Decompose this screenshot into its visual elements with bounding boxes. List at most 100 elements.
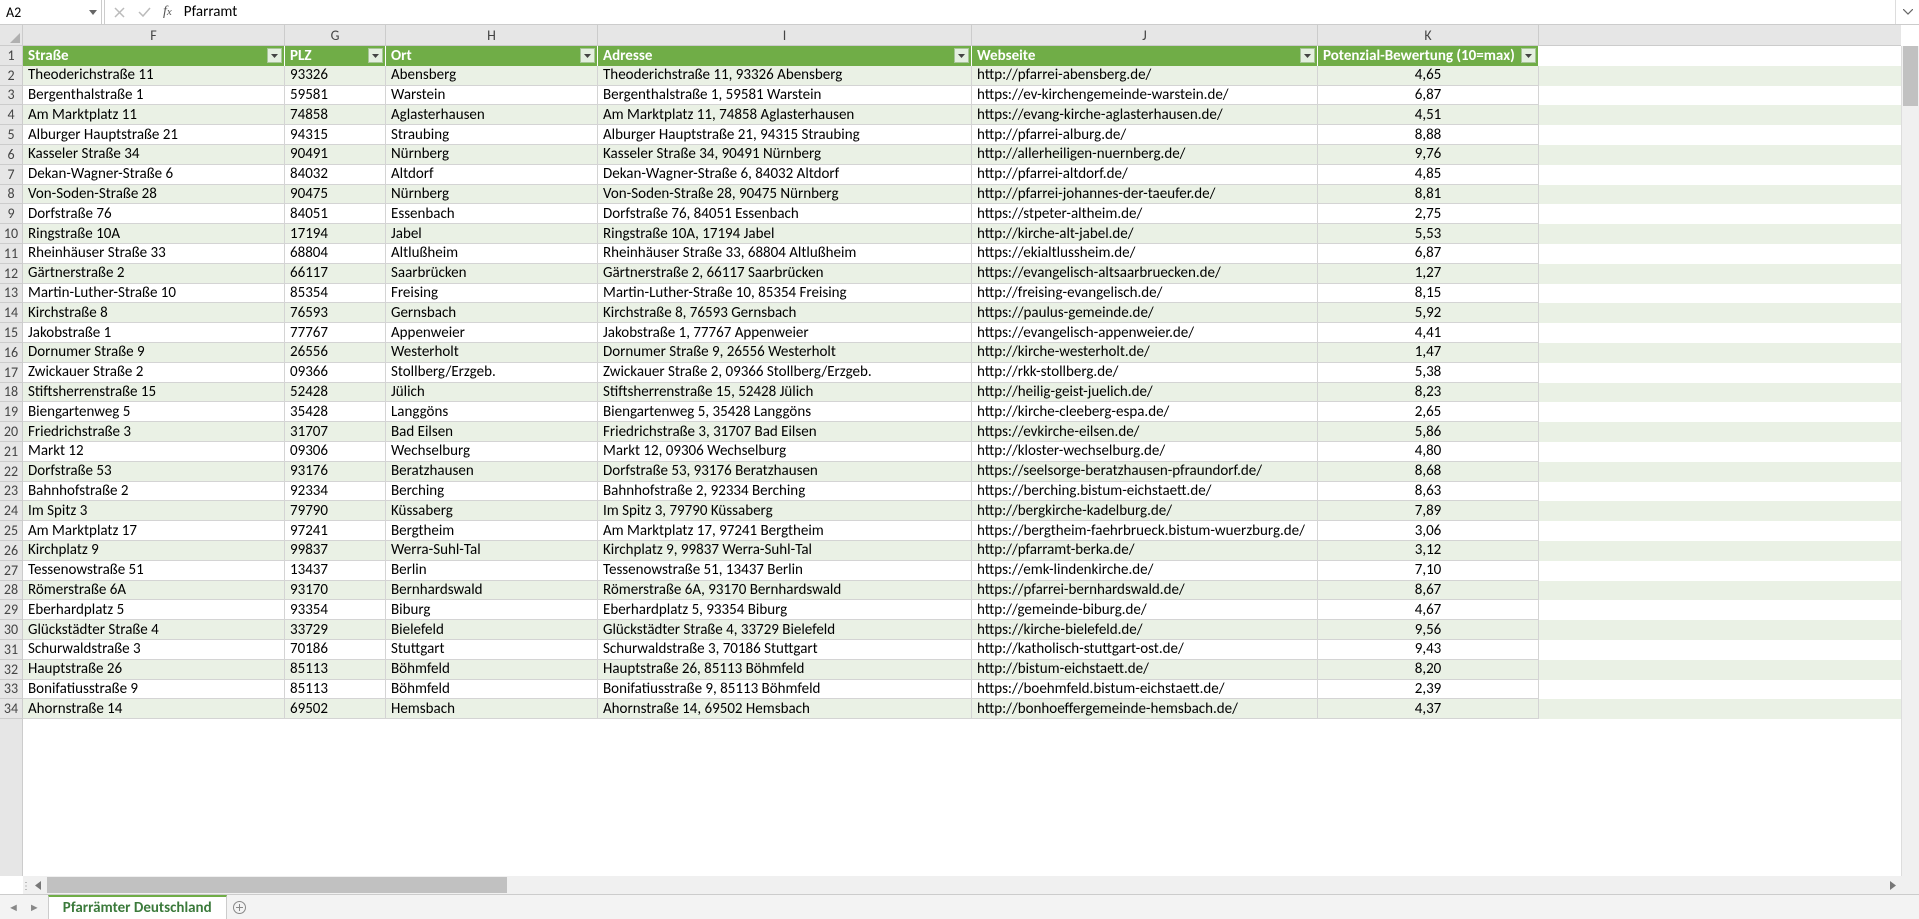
cell[interactable]: Bonifatiusstraße 9 <box>23 680 285 700</box>
cell[interactable]: 4,65 <box>1318 66 1539 86</box>
row-header-14[interactable]: 14 <box>0 303 22 323</box>
header-cell[interactable]: Ort <box>386 46 598 66</box>
cell[interactable]: http://katholisch-stuttgart-ost.de/ <box>972 640 1318 660</box>
cell[interactable]: https://kirche-bielefeld.de/ <box>972 620 1318 640</box>
cell[interactable]: 9,56 <box>1318 620 1539 640</box>
cell[interactable]: 4,51 <box>1318 105 1539 125</box>
cell[interactable]: 7,10 <box>1318 561 1539 581</box>
cell[interactable]: Abensberg <box>386 66 598 86</box>
cell[interactable]: http://kirche-cleeberg-espa.de/ <box>972 402 1318 422</box>
cell[interactable]: Dorfstraße 76 <box>23 204 285 224</box>
cell[interactable]: 77767 <box>285 323 386 343</box>
filter-dropdown-icon[interactable] <box>1300 48 1315 63</box>
cell[interactable]: http://allerheiligen-nuernberg.de/ <box>972 145 1318 165</box>
cell[interactable]: Von-Soden-Straße 28 <box>23 185 285 205</box>
cell[interactable]: Küssaberg <box>386 501 598 521</box>
cell[interactable]: 59581 <box>285 86 386 106</box>
cell[interactable]: 5,92 <box>1318 303 1539 323</box>
fx-label[interactable]: fx <box>157 4 178 20</box>
cell[interactable]: 2,75 <box>1318 204 1539 224</box>
cell[interactable]: http://pfarrei-johannes-der-taeufer.de/ <box>972 185 1318 205</box>
header-cell[interactable]: Webseite <box>972 46 1318 66</box>
cell[interactable]: Werra-Suhl-Tal <box>386 541 598 561</box>
cell[interactable]: Zwickauer Straße 2, 09366 Stollberg/Erzg… <box>598 363 972 383</box>
row-header-29[interactable]: 29 <box>0 600 22 620</box>
cell[interactable]: 99837 <box>285 541 386 561</box>
cell[interactable]: https://emk-lindenkirche.de/ <box>972 561 1318 581</box>
cell[interactable]: Jabel <box>386 224 598 244</box>
cell[interactable]: Rheinhäuser Straße 33, 68804 Altlußheim <box>598 244 972 264</box>
cell[interactable]: Friedrichstraße 3, 31707 Bad Eilsen <box>598 422 972 442</box>
cell[interactable]: Altdorf <box>386 165 598 185</box>
cell[interactable]: Berlin <box>386 561 598 581</box>
cell[interactable]: 7,89 <box>1318 501 1539 521</box>
row-header-31[interactable]: 31 <box>0 640 22 660</box>
cell[interactable]: Schurwaldstraße 3 <box>23 640 285 660</box>
cell[interactable]: Böhmfeld <box>386 680 598 700</box>
row-header-10[interactable]: 10 <box>0 224 22 244</box>
row-header-24[interactable]: 24 <box>0 501 22 521</box>
cell[interactable]: Appenweier <box>386 323 598 343</box>
formula-input[interactable] <box>178 0 1895 24</box>
cell[interactable]: 5,53 <box>1318 224 1539 244</box>
cell[interactable]: 8,81 <box>1318 185 1539 205</box>
cell[interactable]: 4,80 <box>1318 442 1539 462</box>
cell[interactable]: Bergtheim <box>386 521 598 541</box>
cell[interactable]: https://bergtheim-faehrbrueck.bistum-wue… <box>972 521 1318 541</box>
cell[interactable]: Kirchstraße 8, 76593 Gernsbach <box>598 303 972 323</box>
cell[interactable]: 8,63 <box>1318 482 1539 502</box>
cell[interactable]: 2,39 <box>1318 680 1539 700</box>
cell[interactable]: Biburg <box>386 600 598 620</box>
cell[interactable]: Von-Soden-Straße 28, 90475 Nürnberg <box>598 185 972 205</box>
cell[interactable]: Stiftsherrenstraße 15 <box>23 383 285 403</box>
cell[interactable]: https://evangelisch-appenweier.de/ <box>972 323 1318 343</box>
cell[interactable]: 4,37 <box>1318 699 1539 719</box>
cell[interactable]: Hauptstraße 26 <box>23 660 285 680</box>
cell[interactable]: Bonifatiusstraße 9, 85113 Böhmfeld <box>598 680 972 700</box>
col-header-I[interactable]: I <box>598 25 972 45</box>
cell[interactable]: 4,67 <box>1318 600 1539 620</box>
cell[interactable]: Am Marktplatz 11, 74858 Aglasterhausen <box>598 105 972 125</box>
cell[interactable]: https://evkirche-eilsen.de/ <box>972 422 1318 442</box>
cell[interactable]: https://berching.bistum-eichstaett.de/ <box>972 482 1318 502</box>
cell[interactable]: Dekan-Wagner-Straße 6 <box>23 165 285 185</box>
row-header-32[interactable]: 32 <box>0 660 22 680</box>
row-header-22[interactable]: 22 <box>0 462 22 482</box>
cell[interactable]: Böhmfeld <box>386 660 598 680</box>
cell[interactable]: http://bonhoeffergemeinde-hemsbach.de/ <box>972 699 1318 719</box>
header-cell[interactable]: PLZ <box>285 46 386 66</box>
cell[interactable]: Dekan-Wagner-Straße 6, 84032 Altdorf <box>598 165 972 185</box>
cell[interactable]: Römerstraße 6A <box>23 581 285 601</box>
cell[interactable]: Jülich <box>386 383 598 403</box>
cell[interactable]: https://seelsorge-beratzhausen-pfraundor… <box>972 462 1318 482</box>
cell[interactable]: 97241 <box>285 521 386 541</box>
vertical-scroll-thumb[interactable] <box>1903 46 1918 106</box>
cell[interactable]: Jakobstraße 1, 77767 Appenweier <box>598 323 972 343</box>
cell[interactable]: Bahnhofstraße 2 <box>23 482 285 502</box>
row-header-20[interactable]: 20 <box>0 422 22 442</box>
cell[interactable]: 85354 <box>285 284 386 304</box>
cell[interactable]: Theoderichstraße 11 <box>23 66 285 86</box>
cell[interactable]: Zwickauer Straße 2 <box>23 363 285 383</box>
cell[interactable]: 8,15 <box>1318 284 1539 304</box>
row-header-28[interactable]: 28 <box>0 581 22 601</box>
cell[interactable]: 66117 <box>285 264 386 284</box>
name-box[interactable] <box>0 1 85 24</box>
col-header-J[interactable]: J <box>972 25 1318 45</box>
cell[interactable]: Gernsbach <box>386 303 598 323</box>
cell[interactable]: 93326 <box>285 66 386 86</box>
cell[interactable]: Bad Eilsen <box>386 422 598 442</box>
cell[interactable]: Rheinhäuser Straße 33 <box>23 244 285 264</box>
cell[interactable]: Essenbach <box>386 204 598 224</box>
cell[interactable]: Am Marktplatz 11 <box>23 105 285 125</box>
cell[interactable]: 2,65 <box>1318 402 1539 422</box>
cell[interactable]: 93170 <box>285 581 386 601</box>
cell[interactable]: Alburger Hauptstraße 21, 94315 Straubing <box>598 125 972 145</box>
row-header-7[interactable]: 7 <box>0 165 22 185</box>
cell[interactable]: Martin-Luther-Straße 10, 85354 Freising <box>598 284 972 304</box>
cell[interactable]: Eberhardplatz 5 <box>23 600 285 620</box>
cell[interactable]: 4,85 <box>1318 165 1539 185</box>
cell[interactable]: 76593 <box>285 303 386 323</box>
cell[interactable]: Westerholt <box>386 343 598 363</box>
cell[interactable]: http://freising-evangelisch.de/ <box>972 284 1318 304</box>
